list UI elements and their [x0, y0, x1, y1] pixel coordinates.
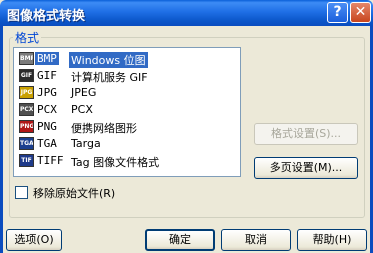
format-ext: BMP [35, 52, 59, 65]
gif-icon: GIF [19, 69, 34, 82]
png-icon: PNG [19, 120, 34, 133]
list-item-bmp[interactable]: BMP BMP Windows 位图 [17, 51, 238, 68]
list-item-jpg[interactable]: JPG JPG JPEG [17, 85, 238, 101]
format-ext: PCX [37, 103, 57, 116]
cancel-button[interactable]: 取消 [221, 229, 291, 251]
format-settings-button[interactable]: 格式设置(S)... [254, 123, 358, 145]
list-item-tga[interactable]: TGA TGA Targa [17, 136, 238, 152]
ok-button[interactable]: 确定 [145, 229, 215, 251]
format-desc: 计算机服务 GIF [71, 71, 148, 84]
format-list[interactable]: BMP BMP Windows 位图 GIF GIF 计算机服务 GIF JPG… [13, 47, 241, 177]
remove-original-checkbox-row[interactable]: 移除原始文件(R) [15, 185, 215, 201]
list-item-tiff[interactable]: TIF TIFF Tag 图像文件格式 [17, 153, 238, 169]
format-ext: GIF [37, 69, 57, 82]
remove-original-label[interactable]: 移除原始文件(R) [33, 185, 115, 201]
tga-icon: TGA [19, 137, 34, 150]
format-desc: PCX [71, 103, 93, 116]
remove-original-checkbox[interactable] [15, 186, 28, 199]
jpg-icon: JPG [19, 86, 34, 99]
list-item-png[interactable]: PNG PNG 便携网络图形 [17, 119, 238, 135]
window-frame-left [0, 26, 3, 253]
format-desc: JPEG [71, 86, 97, 99]
bmp-icon: BMP [19, 52, 34, 65]
format-ext: JPG [37, 86, 57, 99]
pcx-icon: PCX [19, 103, 34, 116]
list-item-pcx[interactable]: PCX PCX PCX [17, 102, 238, 118]
close-button[interactable]: ✕ [350, 2, 371, 23]
multipage-settings-button[interactable]: 多页设置(M)... [254, 157, 358, 179]
format-ext: PNG [37, 120, 57, 133]
title-bar[interactable]: 图像格式转换 ? ✕ [0, 0, 373, 26]
help-title-button[interactable]: ? [327, 2, 348, 23]
format-ext: TIFF [37, 154, 64, 167]
format-desc: Targa [71, 137, 101, 150]
format-desc: Windows 位图 [69, 52, 148, 68]
tiff-icon: TIF [19, 154, 34, 167]
window-title: 图像格式转换 [7, 9, 86, 24]
format-ext: TGA [37, 137, 57, 150]
list-item-gif[interactable]: GIF GIF 计算机服务 GIF [17, 68, 238, 84]
format-desc: 便携网络图形 [71, 122, 137, 135]
format-desc: Tag 图像文件格式 [71, 156, 160, 169]
format-group-label: 格式 [13, 29, 42, 46]
options-button[interactable]: 选项(O) [6, 229, 62, 251]
help-button[interactable]: 帮助(H) [297, 229, 367, 251]
